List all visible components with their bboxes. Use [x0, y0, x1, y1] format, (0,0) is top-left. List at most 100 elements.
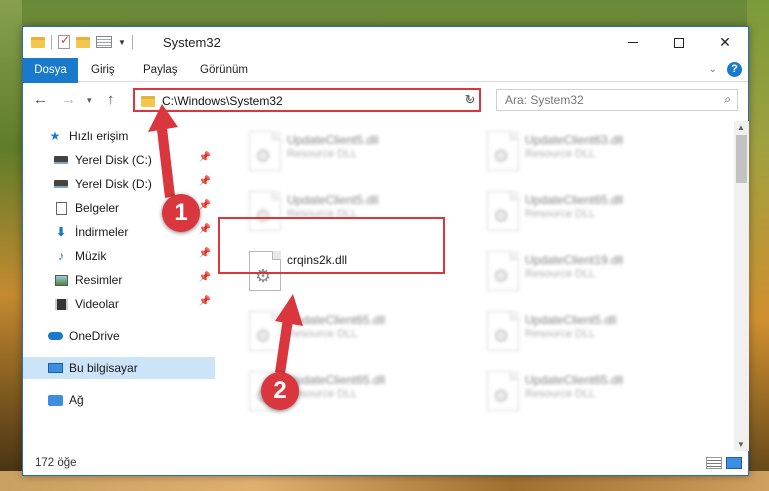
sidebar-item-label: Bu bilgisayar [69, 361, 138, 375]
refresh-button[interactable]: ↻ [461, 88, 481, 112]
file-type: Resource DLL [287, 328, 358, 340]
sidebar-item-label: Videolar [75, 297, 119, 311]
drive-icon [53, 153, 69, 167]
address-bar[interactable]: C:\Windows\System32 ⌄ [133, 88, 481, 112]
forward-arrow-icon[interactable]: → [61, 91, 76, 108]
sidebar-item-label: Yerel Disk (D:) [75, 177, 152, 191]
file-name: UpdateClient19.dll [525, 253, 624, 267]
file-name: UpdateClient63.dll [525, 133, 624, 147]
minimize-button[interactable] [610, 27, 656, 58]
pin-icon: 📌 [198, 296, 211, 307]
vertical-scrollbar[interactable]: ▲ ▼ [734, 121, 749, 451]
sidebar-item-onedrive[interactable]: OneDrive [47, 325, 215, 347]
desktop-background-right [747, 0, 769, 491]
pictures-icon [53, 273, 69, 287]
pin-icon: 📌 [198, 248, 211, 259]
close-button[interactable]: ✕ [702, 27, 748, 58]
sidebar-item-pictures[interactable]: Resimler 📌 [53, 269, 215, 291]
computer-icon [47, 361, 63, 375]
tab-share[interactable]: Paylaş [133, 58, 188, 82]
search-icon[interactable]: ⌕ [724, 92, 731, 107]
scroll-down-icon[interactable]: ▼ [737, 440, 745, 449]
sidebar-item-this-pc[interactable]: Bu bilgisayar [23, 357, 215, 379]
folder-icon [31, 36, 45, 48]
new-folder-icon[interactable] [76, 36, 90, 48]
help-icon[interactable]: ? [727, 62, 742, 77]
details-view-icon[interactable] [706, 457, 722, 469]
file-item[interactable]: ⚙ UpdateClient19.dll Resource DLL [477, 245, 697, 297]
annotation-step-2-badge: 2 [261, 372, 299, 410]
tab-home[interactable]: Giriş [81, 58, 125, 82]
star-icon: ★ [49, 129, 61, 143]
large-icons-view-icon[interactable] [726, 457, 742, 469]
file-name: UpdateClient5.dll [525, 313, 617, 327]
file-name: UpdateClient5.dll [287, 133, 379, 147]
properties-check-icon[interactable] [58, 33, 70, 49]
music-icon: ♪ [58, 249, 64, 263]
drive-icon [53, 177, 69, 191]
ribbon-tabs: Dosya Giriş Paylaş Görünüm ⌄ ? [23, 58, 748, 110]
address-path: C:\Windows\System32 [162, 94, 283, 108]
dll-file-icon: ⚙ [487, 131, 519, 171]
dll-file-icon: ⚙ [487, 191, 519, 231]
recent-locations-chevron-icon[interactable]: ▾ [87, 95, 92, 106]
file-item[interactable]: ⚙ UpdateClient65.dll Resource DLL [477, 365, 697, 417]
file-item[interactable]: ⚙ UpdateClient65.dll Resource DLL [239, 305, 459, 357]
scrollbar-thumb[interactable] [736, 135, 747, 183]
ribbon-controls: ⌄ ? [709, 62, 742, 77]
sidebar-item-label: Yerel Disk (C:) [75, 153, 152, 167]
maximize-button[interactable] [656, 27, 702, 58]
file-type: Resource DLL [525, 328, 596, 340]
sidebar-item-network[interactable]: Ağ [47, 389, 215, 411]
rename-icon[interactable] [96, 36, 112, 48]
toolbar-divider [131, 35, 133, 49]
sidebar-item-videos[interactable]: Videolar 📌 [53, 293, 215, 315]
file-name: UpdateClient65.dll [287, 313, 386, 327]
file-name: UpdateClient65.dll [287, 373, 386, 387]
dll-file-icon: ⚙ [487, 311, 519, 351]
maximize-icon [674, 37, 684, 48]
annotation-step-1-badge: 1 [162, 194, 200, 232]
pin-icon: 📌 [198, 200, 211, 211]
close-icon: ✕ [719, 34, 731, 50]
search-placeholder: Ara: System32 [505, 93, 584, 107]
title-bar: ▼ System32 ✕ [23, 27, 748, 58]
sidebar-item-label: Ağ [69, 393, 84, 407]
video-icon [53, 297, 69, 311]
customize-toolbar-arrow-icon[interactable]: ▼ [118, 38, 126, 47]
sidebar-item-label: Hızlı erişim [69, 129, 129, 143]
toolbar-divider [51, 35, 52, 49]
dll-file-icon: ⚙ [249, 311, 281, 351]
file-name: UpdateClient65.dll [525, 373, 624, 387]
sidebar-item-music[interactable]: ♪ Müzik 📌 [53, 245, 215, 267]
address-folder-icon [141, 96, 155, 107]
file-item[interactable]: ⚙ UpdateClient65.dll Resource DLL [477, 185, 697, 237]
scroll-up-icon[interactable]: ▲ [737, 123, 745, 132]
expand-ribbon-chevron-icon[interactable]: ⌄ [709, 64, 717, 75]
file-item[interactable]: ⚙ UpdateClient5.dll Resource DLL [477, 305, 697, 357]
sidebar-item-local-disk-d[interactable]: Yerel Disk (D:) 📌 [53, 173, 215, 195]
tab-view[interactable]: Görünüm [190, 58, 258, 82]
cloud-icon [47, 329, 63, 343]
navigation-pane: ★ Hızlı erişim Yerel Disk (C:) 📌 Yerel D… [23, 121, 215, 451]
window-title: System32 [163, 35, 221, 50]
sidebar-item-local-disk-c[interactable]: Yerel Disk (C:) 📌 [53, 149, 215, 171]
file-type: Resource DLL [525, 208, 596, 220]
refresh-icon: ↻ [464, 92, 476, 107]
file-item[interactable]: ⚙ UpdateClient5.dll Resource DLL [239, 125, 459, 177]
up-arrow-icon[interactable]: ↑ [107, 91, 115, 108]
sidebar-item-quick-access[interactable]: ★ Hızlı erişim [47, 125, 215, 147]
back-arrow-icon[interactable]: ← [33, 91, 48, 108]
search-box[interactable]: Ara: System32 ⌕ [496, 89, 738, 111]
sidebar-item-label: OneDrive [69, 329, 120, 343]
quick-access-toolbar: ▼ [31, 33, 133, 49]
highlight-box-file [218, 217, 445, 274]
dll-file-icon: ⚙ [487, 371, 519, 411]
window-controls: ✕ [610, 27, 748, 58]
file-item[interactable]: ⚙ UpdateClient63.dll Resource DLL [477, 125, 697, 177]
pin-icon: 📌 [198, 176, 211, 187]
minimize-icon [628, 42, 638, 43]
sidebar-item-label: Belgeler [75, 201, 120, 215]
item-count: 172 öğe [35, 457, 77, 469]
file-name: UpdateClient65.dll [525, 193, 624, 207]
